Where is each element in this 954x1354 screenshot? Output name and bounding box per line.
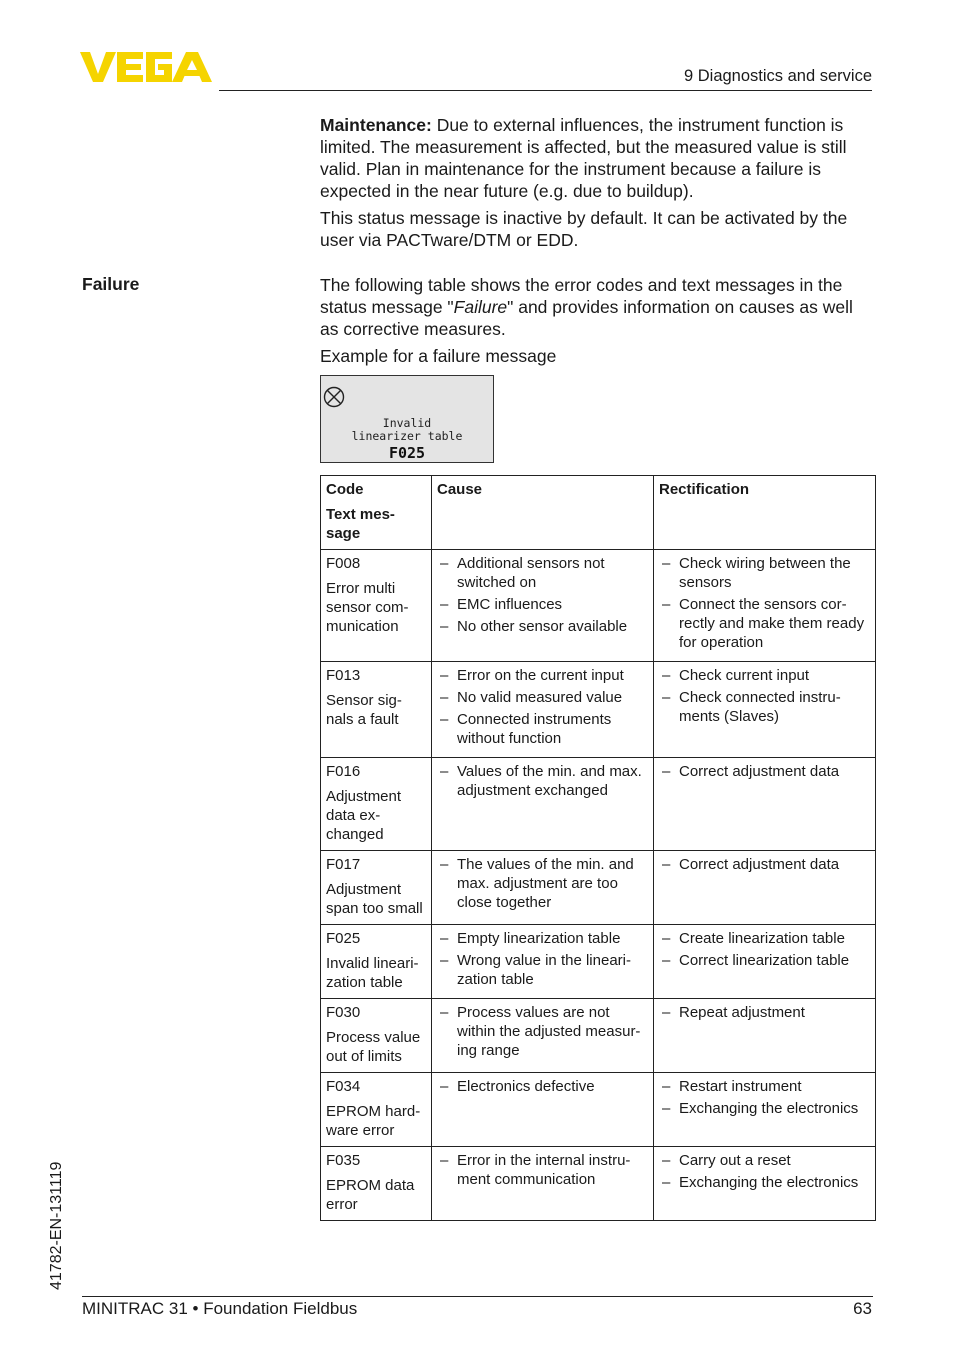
rectification-item: Exchanging the electronics <box>659 1173 870 1192</box>
cell-cause: The values of the min. and max. adjustme… <box>431 850 654 925</box>
page-number: 63 <box>853 1299 872 1318</box>
error-code: F034 <box>326 1078 361 1095</box>
cell-code: F034 EPROM hard-ware error <box>320 1072 432 1147</box>
table-row: F013 Sensor sig-nals a fault Error on the … <box>320 661 876 758</box>
error-code: F025 <box>326 930 361 947</box>
error-text: Error multi sensor com-munication <box>326 580 409 635</box>
error-code: F013 <box>326 667 361 684</box>
rectification-item: Correct adjustment data <box>659 855 870 874</box>
cell-rectification: Correct adjustment data <box>653 757 876 851</box>
cell-code: F013 Sensor sig-nals a fault <box>320 661 432 758</box>
cause-item: EMC influences <box>437 595 648 614</box>
rectification-item: Check current input <box>659 666 870 685</box>
cell-rectification: Check current input Check connected instr… <box>653 661 876 758</box>
table-header-row: Code Text mes-sage Cause Rectification <box>320 475 876 550</box>
failure-x-circle-icon <box>323 386 345 408</box>
error-code-table: Code Text mes-sage Cause Rectification F… <box>320 475 876 1221</box>
inactive-note: This status message is inactive by defau… <box>320 208 848 250</box>
display-message: Invalid linearizer table <box>351 416 463 443</box>
rectification-item: Restart instrument <box>659 1077 870 1096</box>
cause-item: No other sensor available <box>437 617 648 636</box>
error-text: Invalid lineari-zation table <box>326 955 419 991</box>
rectification-item: Correct adjustment data <box>659 762 870 781</box>
cause-item: Values of the min. and max. adjustment e… <box>437 762 648 800</box>
error-code: F030 <box>326 1004 361 1021</box>
table-row: F017 Adjustment span too small The values … <box>320 850 876 925</box>
header-divider <box>219 90 872 91</box>
cause-item: Process values are not within the adjust… <box>437 1003 648 1060</box>
table-row: F008 Error multi sensor com-munication Add… <box>320 549 876 662</box>
rectification-item: Repeat adjustment <box>659 1003 870 1022</box>
cell-cause: Empty linearization table Wrong value in … <box>431 924 654 999</box>
example-caption: Example for a failure message <box>320 346 557 366</box>
error-text: Sensor sig-nals a fault <box>326 692 402 728</box>
cause-item: Electronics defective <box>437 1077 648 1096</box>
cell-code: F017 Adjustment span too small <box>320 850 432 925</box>
cell-code: F035 EPROM data error <box>320 1146 432 1221</box>
cell-cause: Electronics defective <box>431 1072 654 1147</box>
cause-item: The values of the min. and max. adjustme… <box>437 855 648 912</box>
cause-item: Additional sensors not switched on <box>437 554 648 592</box>
rectification-item: Correct linearization table <box>659 951 870 970</box>
error-text: EPROM hard-ware error <box>326 1103 421 1139</box>
error-code: F035 <box>326 1152 361 1169</box>
display-example: Invalid linearizer table F025 <box>320 375 494 463</box>
footer-product: MINITRAC 31 • Foundation Fieldbus <box>82 1299 358 1318</box>
table-row: F025 Invalid lineari-zation table Empty li… <box>320 924 876 999</box>
table-row: F030 Process value out of limits Process v… <box>320 998 876 1073</box>
failure-description: The following table shows the error code… <box>320 275 853 339</box>
vega-logo <box>80 52 212 82</box>
error-code: F016 <box>326 763 361 780</box>
table-row: F035 EPROM data error Error in the interna… <box>320 1146 876 1221</box>
cell-rectification: Create linearization table Correct linear… <box>653 924 876 999</box>
cause-item: Empty linearization table <box>437 929 648 948</box>
error-code: F008 <box>326 555 361 572</box>
cause-item: Wrong value in the lineari-zation table <box>437 951 648 989</box>
error-text: Process value out of limits <box>326 1029 421 1065</box>
cell-code: F025 Invalid lineari-zation table <box>320 924 432 999</box>
rectification-item: Carry out a reset <box>659 1151 870 1170</box>
rectification-item: Create linearization table <box>659 929 870 948</box>
cell-cause: Error in the internal instru-ment commun… <box>431 1146 654 1221</box>
header-code: Code Text mes-sage <box>320 475 432 550</box>
rectification-item: Check connected instru-ments (Slaves) <box>659 688 870 726</box>
maintenance-paragraph: Maintenance: Due to external influences,… <box>320 114 875 202</box>
table-row: F016 Adjustment data ex-changed Values of … <box>320 757 876 851</box>
document-id: 41782-EN-131119 <box>48 1161 65 1290</box>
cell-rectification: Check wiring between the sensorsConnect … <box>653 549 876 662</box>
cell-cause: Process values are not within the adjust… <box>431 998 654 1073</box>
error-text: Adjustment data ex-changed <box>326 788 402 843</box>
cell-cause: Error on the current input No valid measu… <box>431 661 654 758</box>
cell-code: F030 Process value out of limits <box>320 998 432 1073</box>
cause-item: No valid measured value <box>437 688 648 707</box>
error-text: EPROM data error <box>326 1177 415 1213</box>
cell-rectification: Carry out a reset Exchanging the electron… <box>653 1146 876 1221</box>
display-code: F025 <box>388 444 426 462</box>
cell-cause: Values of the min. and max. adjustment e… <box>431 757 654 851</box>
error-text: Adjustment span too small <box>326 881 423 917</box>
cause-item: Connected instruments without function <box>437 710 648 748</box>
cause-item: Error in the internal instru-ment commun… <box>437 1151 648 1189</box>
rectification-item: Check wiring between the sensors <box>659 554 870 592</box>
header-rectification: Rectification <box>653 475 876 550</box>
cell-cause: Additional sensors not switched on EMC in… <box>431 549 654 662</box>
section-title: 9 Diagnostics and service <box>683 67 872 85</box>
cause-item: Error on the current input <box>437 666 648 685</box>
table-row: F034 EPROM hard-ware error Electronics def… <box>320 1072 876 1147</box>
maintenance-label: Maintenance: <box>320 115 432 135</box>
failure-heading: Failure <box>82 274 140 294</box>
rectification-item: Connect the sensors cor-rectly and make … <box>659 595 870 652</box>
rectification-item: Exchanging the electronics <box>659 1099 870 1118</box>
footer-divider <box>82 1296 873 1297</box>
cell-rectification: Correct adjustment data <box>653 850 876 925</box>
error-code: F017 <box>326 856 361 873</box>
cell-code: F008 Error multi sensor com-munication <box>320 549 432 662</box>
cell-rectification: Restart instrument Exchanging the electro… <box>653 1072 876 1147</box>
cell-rectification: Repeat adjustment <box>653 998 876 1073</box>
header-cause: Cause <box>431 475 654 550</box>
cell-code: F016 Adjustment data ex-changed <box>320 757 432 851</box>
